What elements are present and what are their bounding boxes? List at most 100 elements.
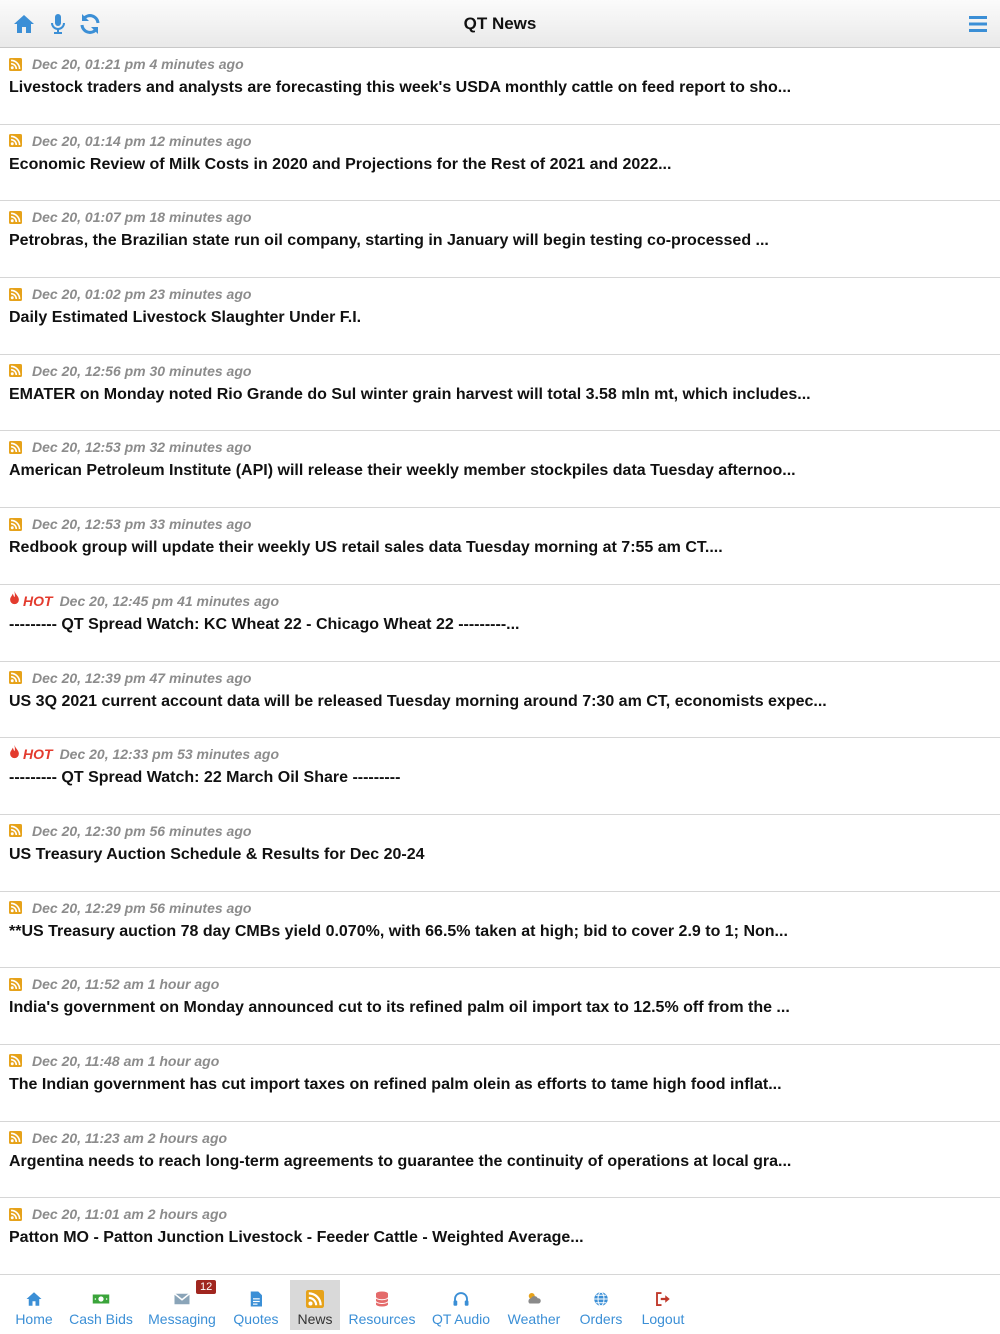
news-item[interactable]: Dec 20, 01:21 pm 4 minutes ago Livestock … <box>0 48 1000 125</box>
news-time: Dec 20, 01:21 pm 4 minutes ago <box>32 56 244 72</box>
logout-icon <box>654 1290 672 1308</box>
rss-icon <box>9 517 32 531</box>
rss-icon <box>9 57 32 71</box>
news-time: Dec 20, 12:30 pm 56 minutes ago <box>32 822 252 839</box>
news-time: Dec 20, 11:23 am 2 hours ago <box>32 1129 228 1146</box>
news-headline[interactable]: Argentina needs to reach long-term agree… <box>9 1153 992 1171</box>
globe-icon <box>592 1290 610 1308</box>
home-icon <box>25 1290 43 1308</box>
rss-icon <box>306 1290 324 1308</box>
news-time: Dec 20, 01:02 pm 23 minutes ago <box>32 286 252 303</box>
tab-label: Quotes <box>233 1311 279 1327</box>
tab-label: Home <box>15 1311 53 1327</box>
rss-icon <box>9 364 32 378</box>
news-item[interactable]: HOT Dec 20, 12:33 pm 53 minutes ago ------… <box>0 738 1000 815</box>
news-time: Dec 20, 12:53 pm 32 minutes ago <box>32 439 252 456</box>
rss-icon <box>9 440 32 454</box>
tab-news[interactable]: News <box>290 1280 340 1330</box>
tab-label: Cash Bids <box>69 1311 133 1327</box>
news-meta: Dec 20, 12:56 pm 30 minutes ago <box>9 363 251 379</box>
tab-messaging[interactable]: Messaging 12 <box>145 1280 219 1330</box>
news-list: Dec 20, 01:21 pm 4 minutes ago Livestock … <box>0 48 1000 1275</box>
news-meta: Dec 20, 11:48 am 1 hour ago <box>9 1053 219 1069</box>
tab-label: QT Audio <box>431 1311 491 1327</box>
headphones-icon <box>452 1290 470 1308</box>
news-item[interactable]: Dec 20, 01:07 pm 18 minutes ago Petrobras… <box>0 201 1000 279</box>
news-headline[interactable]: Livestock traders and analysts are forec… <box>9 79 992 97</box>
news-meta: HOT Dec 20, 12:45 pm 41 minutes ago <box>9 591 279 610</box>
hot-flame-icon <box>9 591 23 610</box>
news-meta: Dec 20, 01:21 pm 4 minutes ago <box>9 56 244 72</box>
hamburger-menu-icon[interactable] <box>964 10 992 38</box>
news-headline[interactable]: India's government on Monday announced c… <box>9 999 992 1017</box>
news-item[interactable]: Dec 20, 12:30 pm 56 minutes ago US Treasu… <box>0 815 1000 892</box>
news-headline[interactable]: Petrobras, the Brazilian state run oil c… <box>9 232 992 250</box>
rss-icon <box>9 671 32 684</box>
news-item[interactable]: Dec 20, 12:53 pm 33 minutes ago Redbook g… <box>0 508 1000 585</box>
news-item[interactable]: HOT Dec 20, 12:45 pm 41 minutes ago ------… <box>0 585 1000 662</box>
tab-label: Weather <box>507 1311 561 1327</box>
news-time: Dec 20, 12:39 pm 47 minutes ago <box>32 669 252 686</box>
rss-icon <box>9 1054 32 1068</box>
news-headline[interactable]: American Petroleum Institute (API) will … <box>9 462 992 480</box>
news-item[interactable]: Dec 20, 01:14 pm 12 minutes ago Economic … <box>0 125 1000 202</box>
weather-icon <box>525 1290 543 1308</box>
rss-icon <box>9 287 32 301</box>
news-headline[interactable]: --------- QT Spread Watch: 22 March Oil … <box>9 769 992 787</box>
news-headline[interactable]: Economic Review of Milk Costs in 2020 an… <box>9 156 992 174</box>
news-meta: Dec 20, 12:39 pm 47 minutes ago <box>9 670 251 686</box>
news-time: Dec 20, 11:01 am 2 hours ago <box>32 1206 228 1223</box>
news-time: Dec 20, 11:52 am 1 hour ago <box>32 976 220 993</box>
news-headline[interactable]: US Treasury Auction Schedule & Results f… <box>9 846 992 864</box>
news-headline[interactable]: **US Treasury auction 78 day CMBs yield … <box>9 923 992 941</box>
news-headline[interactable]: --------- QT Spread Watch: KC Wheat 22 -… <box>9 616 992 634</box>
top-header: QT News <box>0 0 1000 48</box>
bottom-tab-bar: Home Cash Bids Messaging 12 Quotes News Resour… <box>0 1276 1000 1334</box>
news-headline[interactable]: US 3Q 2021 current account data will be … <box>9 693 992 711</box>
tab-orders[interactable]: Orders <box>574 1280 628 1330</box>
news-item[interactable]: Dec 20, 12:53 pm 32 minutes ago American … <box>0 431 1000 509</box>
news-time: Dec 20, 12:33 pm 53 minutes ago <box>59 746 279 763</box>
rss-icon <box>9 1207 32 1221</box>
envelope-icon <box>173 1290 191 1308</box>
news-item[interactable]: Dec 20, 11:23 am 2 hours ago Argentina ne… <box>0 1122 1000 1199</box>
news-time: Dec 20, 12:29 pm 56 minutes ago <box>32 899 252 916</box>
news-meta: Dec 20, 12:53 pm 32 minutes ago <box>9 439 251 455</box>
news-headline[interactable]: The Indian government has cut import tax… <box>9 1076 992 1094</box>
rss-icon <box>9 824 32 838</box>
document-icon <box>247 1290 265 1308</box>
news-meta: Dec 20, 11:23 am 2 hours ago <box>9 1130 227 1146</box>
news-time: Dec 20, 01:07 pm 18 minutes ago <box>32 209 252 226</box>
news-item[interactable]: Dec 20, 01:02 pm 23 minutes ago Daily Est… <box>0 278 1000 355</box>
news-item[interactable]: Dec 20, 12:39 pm 47 minutes ago US 3Q 202… <box>0 662 1000 739</box>
news-headline[interactable]: Daily Estimated Livestock Slaughter Unde… <box>9 309 992 327</box>
news-headline[interactable]: Redbook group will update their weekly U… <box>9 539 992 557</box>
news-meta: Dec 20, 01:07 pm 18 minutes ago <box>9 209 251 225</box>
news-item[interactable]: Dec 20, 12:29 pm 56 minutes ago **US Trea… <box>0 892 1000 969</box>
tab-resources[interactable]: Resources <box>347 1280 417 1330</box>
news-time: Dec 20, 12:56 pm 30 minutes ago <box>32 362 252 379</box>
news-meta: Dec 20, 01:14 pm 12 minutes ago <box>9 133 251 149</box>
news-item[interactable]: Dec 20, 11:52 am 1 hour ago India's gover… <box>0 968 1000 1045</box>
rss-icon <box>9 901 32 915</box>
tab-qt-audio[interactable]: QT Audio <box>427 1280 495 1330</box>
news-item[interactable]: Dec 20, 11:48 am 1 hour ago The Indian go… <box>0 1045 1000 1122</box>
news-time: Dec 20, 12:53 pm 33 minutes ago <box>32 516 252 533</box>
tab-logout[interactable]: Logout <box>636 1280 690 1330</box>
news-item[interactable]: Dec 20, 11:01 am 2 hours ago Patton MO - … <box>0 1198 1000 1275</box>
news-item[interactable]: Dec 20, 12:56 pm 30 minutes ago EMATER on… <box>0 355 1000 432</box>
news-meta: Dec 20, 12:30 pm 56 minutes ago <box>9 823 251 839</box>
tab-cash-bids[interactable]: Cash Bids <box>66 1280 136 1330</box>
news-meta: Dec 20, 12:29 pm 56 minutes ago <box>9 900 251 916</box>
tab-home[interactable]: Home <box>10 1280 58 1330</box>
news-headline[interactable]: Patton MO - Patton Junction Livestock - … <box>9 1229 992 1247</box>
messaging-badge: 12 <box>196 1280 217 1294</box>
hot-label: HOT <box>23 746 53 763</box>
news-headline[interactable]: EMATER on Monday noted Rio Grande do Sul… <box>9 386 992 404</box>
news-time: Dec 20, 01:14 pm 12 minutes ago <box>32 132 252 149</box>
news-meta: HOT Dec 20, 12:33 pm 53 minutes ago <box>9 744 279 763</box>
tab-weather[interactable]: Weather <box>503 1280 565 1330</box>
news-meta: Dec 20, 11:01 am 2 hours ago <box>9 1206 227 1222</box>
tab-quotes[interactable]: Quotes <box>228 1280 284 1330</box>
news-meta: Dec 20, 11:52 am 1 hour ago <box>9 976 219 992</box>
